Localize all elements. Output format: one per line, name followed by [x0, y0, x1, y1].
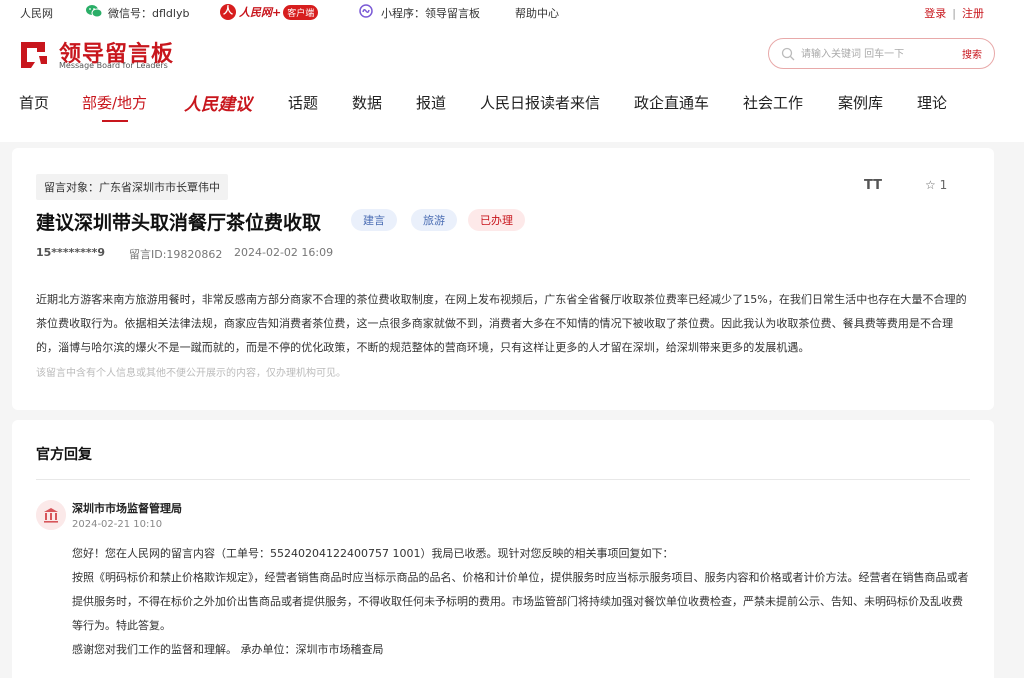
tag-suggestion[interactable]: 建言: [351, 209, 397, 231]
reply-line: 按照《明码标价和禁止价格欺诈规定》，经营者销售商品时应当标示商品的品名、价格和计…: [72, 571, 969, 632]
nav-reports[interactable]: 报道: [416, 92, 446, 113]
main-nav: 首页 部委/地方 人民建议 话题 数据 报道 人民日报读者来信 政企直通车 社会…: [0, 88, 1024, 128]
wechat-account[interactable]: 微信号：dfldlyb: [108, 5, 189, 21]
nav-home[interactable]: 首页: [19, 92, 49, 113]
message-target: 留言对象：广东省深圳市市长覃伟中: [36, 174, 228, 200]
search-input[interactable]: [801, 45, 951, 63]
people-net-link[interactable]: 人民网: [20, 5, 53, 21]
reply-card: 官方回复 深圳市市场监督管理局 2024-02-21 10:10 您好！您在人民…: [12, 420, 994, 678]
nav-data[interactable]: 数据: [352, 92, 382, 113]
nav-topics[interactable]: 话题: [288, 92, 318, 113]
status-badge: 已办理: [468, 209, 525, 231]
login-link[interactable]: 登录: [924, 7, 946, 20]
rmw-logo-icon: 人: [220, 4, 236, 20]
message-body: 近期北方游客来南方旅游用餐时，非常反感南方部分商家不合理的茶位费收取制度，在网上…: [36, 293, 967, 354]
nav-ministries-local[interactable]: 部委/地方: [82, 92, 147, 122]
message-user: 15********9: [36, 246, 105, 259]
search-icon: [781, 47, 795, 61]
site-logo-subtitle: Message Board for Leaders: [59, 61, 168, 70]
privacy-note: 该留言中含有个人信息或其他不便公开展示的内容，仅办理机构可见。: [36, 368, 346, 379]
reply-body: 您好！您在人民网的留言内容（工单号：55240204122400757 1001…: [72, 542, 972, 662]
nav-social-work[interactable]: 社会工作: [743, 92, 803, 113]
top-bar: 人民网 微信号：dfldlyb 人 人民网+ 客户端 小程序：领导留言板 帮助中…: [0, 0, 1024, 24]
wechat-icon: [86, 5, 102, 18]
message-card: 留言对象：广东省深圳市市长覃伟中 TT ☆ 1 建议深圳带头取消餐厅茶位费收取 …: [12, 148, 994, 410]
reply-department: 深圳市市场监督管理局: [72, 502, 182, 515]
rmw-logo-text: 人民网+: [239, 6, 282, 19]
font-size-icon[interactable]: TT: [864, 178, 882, 193]
nav-gov-enterprise[interactable]: 政企直通车: [634, 92, 709, 113]
message-time: 2024-02-02 16:09: [234, 246, 334, 259]
nav-case-library[interactable]: 案例库: [838, 92, 883, 113]
government-building-icon: [36, 500, 66, 530]
rmw-client-badge: 客户端: [283, 4, 319, 20]
favorite-button[interactable]: ☆ 1: [925, 178, 947, 192]
nav-theory[interactable]: 理论: [917, 92, 947, 113]
auth-links: 登录 | 注册: [924, 5, 984, 21]
rmw-app-link[interactable]: 人 人民网+ 客户端: [220, 3, 319, 21]
nav-readers-letters[interactable]: 人民日报读者来信: [480, 92, 600, 113]
reply-time: 2024-02-21 10:10: [72, 519, 163, 530]
help-center-link[interactable]: 帮助中心: [515, 5, 559, 21]
search-box: 搜索: [768, 38, 995, 69]
site-header: 领导留言板 Message Board for Leaders 搜索 首页 部委…: [0, 24, 1024, 142]
reply-divider: [36, 479, 970, 480]
reply-line: 感谢您对我们工作的监督和理解。 承办单位：深圳市市场稽查局: [72, 643, 384, 656]
mini-program-icon: [359, 4, 373, 18]
site-logo-icon[interactable]: [19, 38, 51, 70]
tag-tourism[interactable]: 旅游: [411, 209, 457, 231]
register-link[interactable]: 注册: [962, 7, 984, 20]
message-title: 建议深圳带头取消餐厅茶位费收取: [36, 212, 322, 234]
reply-line: 您好！您在人民网的留言内容（工单号：55240204122400757 1001…: [72, 547, 674, 560]
reply-heading: 官方回复: [36, 447, 92, 463]
nav-people-suggestions[interactable]: 人民建议: [184, 90, 252, 115]
search-button[interactable]: 搜索: [962, 46, 982, 61]
message-id: 留言ID:19820862: [129, 248, 223, 261]
star-icon: ☆: [925, 178, 936, 192]
auth-separator: |: [952, 7, 956, 20]
mini-program-link[interactable]: 小程序：领导留言板: [381, 5, 480, 21]
favorite-count: 1: [939, 178, 948, 192]
